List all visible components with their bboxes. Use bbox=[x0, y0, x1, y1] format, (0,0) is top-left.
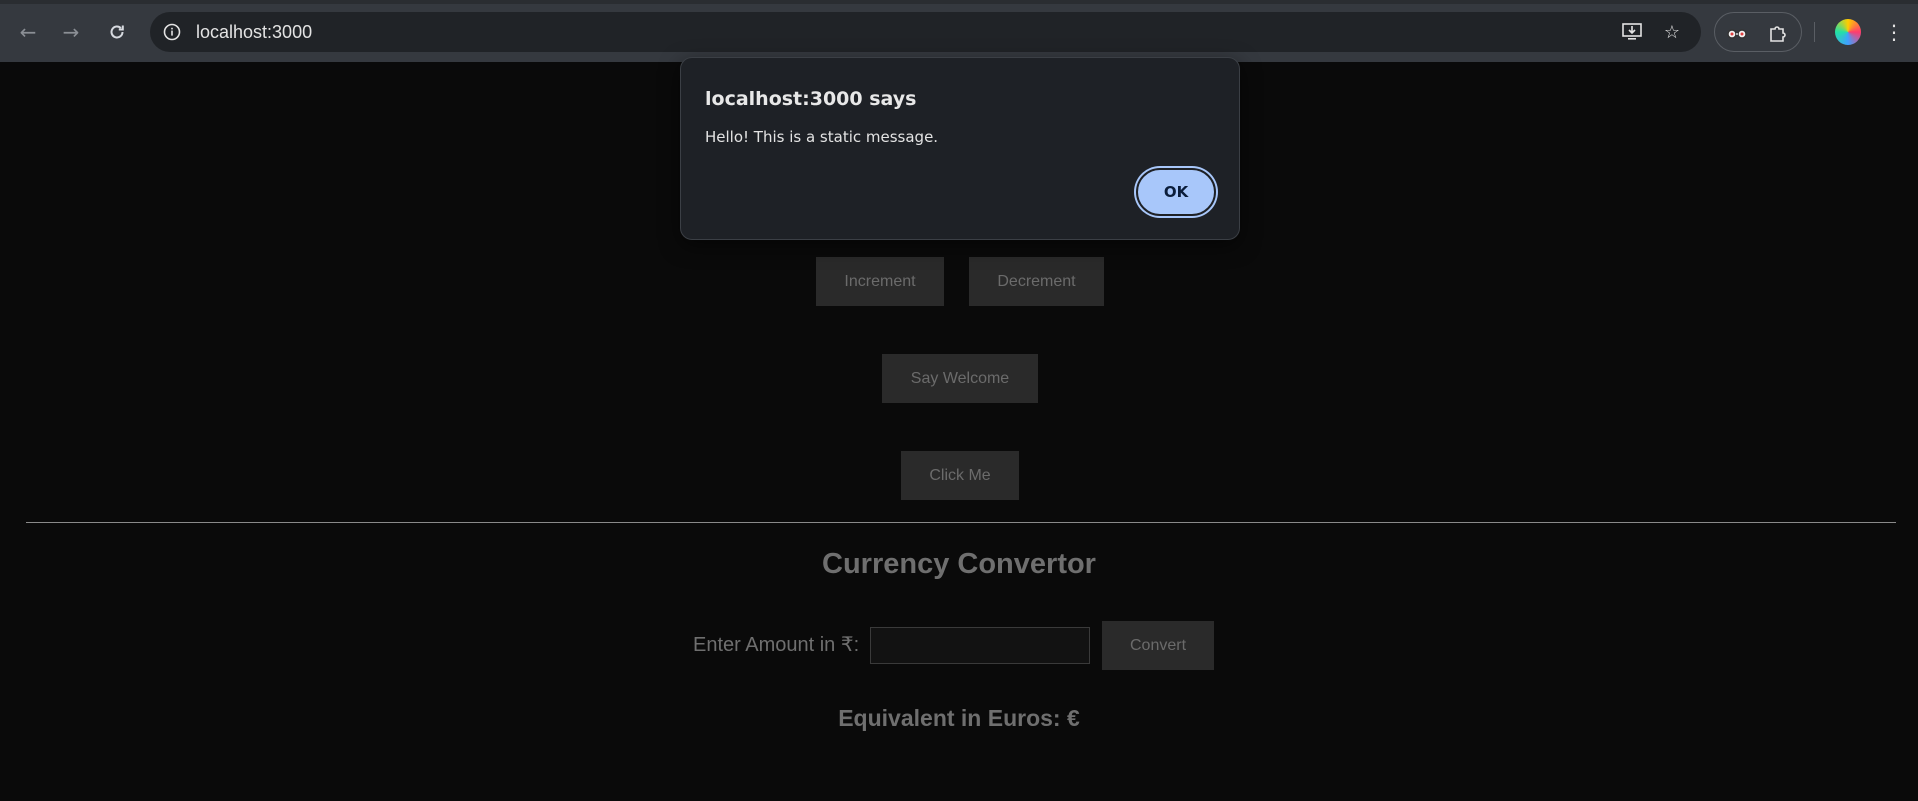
decrement-button[interactable]: Decrement bbox=[969, 257, 1104, 306]
convert-button[interactable]: Convert bbox=[1102, 621, 1214, 670]
puzzle-glyph bbox=[1770, 26, 1786, 42]
back-icon[interactable]: ← bbox=[12, 16, 44, 48]
reload-icon[interactable] bbox=[101, 16, 133, 48]
extensions-group bbox=[1714, 12, 1802, 52]
increment-button[interactable]: Increment bbox=[816, 257, 944, 306]
install-app-icon[interactable] bbox=[1620, 20, 1644, 44]
euro-result-text: Equivalent in Euros: € bbox=[838, 705, 1080, 731]
glasses-glyph bbox=[1727, 29, 1747, 39]
kebab-menu-icon[interactable]: ⋮ bbox=[1878, 16, 1910, 48]
toolbar-divider bbox=[1814, 22, 1815, 42]
site-info-icon[interactable] bbox=[160, 20, 184, 44]
tab-strip bbox=[0, 0, 1918, 4]
dialog-title: localhost:3000 says bbox=[705, 88, 917, 110]
currency-convertor-heading: Currency Convertor bbox=[822, 548, 1096, 580]
info-glyph bbox=[163, 23, 181, 41]
browser-toolbar: ← → localhost:3000 ☆ ⋮ bbox=[0, 0, 1918, 62]
horizontal-divider bbox=[26, 522, 1896, 523]
bookmark-star-icon[interactable]: ☆ bbox=[1660, 20, 1684, 44]
glasses-extension-icon[interactable] bbox=[1725, 21, 1749, 45]
alert-dialog: localhost:3000 says Hello! This is a sta… bbox=[680, 57, 1240, 240]
install-glyph bbox=[1622, 23, 1642, 40]
profile-avatar[interactable] bbox=[1835, 19, 1861, 45]
dialog-message: Hello! This is a static message. bbox=[705, 128, 939, 146]
puzzle-icon[interactable] bbox=[1765, 21, 1789, 45]
click-me-button[interactable]: Click Me bbox=[901, 451, 1019, 500]
url-text[interactable]: localhost:3000 bbox=[196, 22, 312, 43]
forward-icon[interactable]: → bbox=[55, 16, 87, 48]
amount-input[interactable] bbox=[870, 627, 1090, 664]
say-welcome-button[interactable]: Say Welcome bbox=[882, 354, 1038, 403]
ok-button[interactable]: OK bbox=[1136, 168, 1216, 216]
address-bar[interactable]: localhost:3000 ☆ bbox=[150, 12, 1701, 52]
amount-label: Enter Amount in ₹: bbox=[693, 634, 860, 656]
reload-glyph bbox=[110, 25, 124, 39]
